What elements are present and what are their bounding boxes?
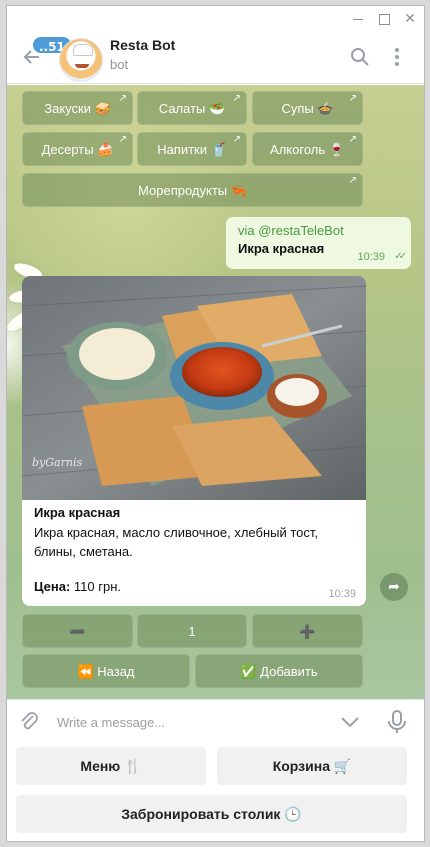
message-time: 10:39 bbox=[357, 251, 385, 263]
photo-signature: byGarnis bbox=[32, 456, 82, 469]
reply-keyboard: Меню 🍴 Корзина 🛒 Забронировать столик 🕒 bbox=[7, 743, 424, 841]
message-time: 10:39 bbox=[328, 588, 356, 600]
message-input-bar bbox=[7, 699, 424, 743]
cart-button[interactable]: Корзина 🛒 bbox=[217, 747, 407, 785]
dish-title: Икра красная bbox=[34, 505, 121, 520]
category-label: Супы 🍲 bbox=[281, 101, 334, 116]
maximize-icon[interactable] bbox=[375, 10, 393, 28]
window-titlebar: ✕ bbox=[7, 6, 424, 32]
via-bot-label[interactable]: via @restaTeleBot bbox=[238, 223, 399, 238]
dish-details: Икра красная Икра красная, масло сливочн… bbox=[34, 505, 356, 594]
category-label: Алкоголь 🍷 bbox=[270, 142, 345, 157]
share-arrow-icon: ↗ bbox=[348, 134, 357, 145]
category-label: Морепродукты 🦐 bbox=[138, 183, 247, 198]
category-button[interactable]: Напитки 🥤 ↗ bbox=[137, 132, 247, 166]
dish-description: Икра красная, масло сливочное, хлебный т… bbox=[34, 525, 319, 559]
dish-card[interactable]: byGarnis Икра красная Икра красная, масл… bbox=[22, 276, 366, 606]
dish-price: Цена: 110 грн. bbox=[34, 579, 356, 594]
close-icon[interactable]: ✕ bbox=[401, 10, 419, 28]
minimize-icon[interactable] bbox=[349, 10, 367, 28]
more-vertical-icon[interactable] bbox=[393, 46, 401, 68]
quantity-value-button[interactable]: 1 bbox=[137, 614, 247, 648]
chat-area[interactable]: Закуски 🥪 ↗ Салаты 🥗 ↗ Супы 🍲 ↗ Десерты … bbox=[7, 85, 424, 699]
avatar[interactable] bbox=[59, 38, 103, 82]
category-label: Закуски 🥪 bbox=[44, 101, 111, 116]
price-label: Цена: bbox=[34, 579, 71, 594]
chat-title[interactable]: Resta Bot bbox=[110, 37, 175, 53]
back-button[interactable]: ⏪ Назад bbox=[22, 654, 190, 688]
category-button[interactable]: Морепродукты 🦐 ↗ bbox=[22, 173, 363, 207]
share-arrow-icon: ↗ bbox=[232, 134, 241, 145]
category-label: Напитки 🥤 bbox=[157, 142, 227, 157]
category-button[interactable]: Салаты 🥗 ↗ bbox=[137, 91, 247, 125]
category-label: Салаты 🥗 bbox=[158, 101, 226, 116]
category-button[interactable]: Супы 🍲 ↗ bbox=[252, 91, 363, 125]
telegram-window: ✕ ..51 Resta Bot bot Закуски 🥪 ↗ Салаты … bbox=[6, 5, 425, 842]
share-arrow-icon: ↗ bbox=[118, 134, 127, 145]
microphone-icon[interactable] bbox=[386, 709, 408, 735]
message-input[interactable] bbox=[57, 710, 327, 734]
chat-subtitle: bot bbox=[110, 57, 129, 72]
chat-header: ..51 Resta Bot bot bbox=[7, 32, 424, 84]
category-label: Десерты 🍰 bbox=[41, 142, 114, 157]
menu-button[interactable]: Меню 🍴 bbox=[16, 747, 206, 785]
chevron-down-icon[interactable] bbox=[339, 712, 361, 732]
category-button[interactable]: Закуски 🥪 ↗ bbox=[22, 91, 133, 125]
share-arrow-icon: ↗ bbox=[348, 175, 357, 186]
price-value: 110 грн. bbox=[73, 579, 122, 594]
share-arrow-icon: ↗ bbox=[118, 93, 127, 104]
search-icon[interactable] bbox=[350, 47, 370, 67]
quantity-plus-button[interactable]: ➕ bbox=[252, 614, 363, 648]
share-icon[interactable]: ➦ bbox=[380, 573, 408, 601]
outgoing-message[interactable]: via @restaTeleBot Икра красная 10:39 ✓✓ bbox=[226, 217, 411, 269]
share-arrow-icon: ↗ bbox=[232, 93, 241, 104]
reserve-table-button[interactable]: Забронировать столик 🕒 bbox=[16, 795, 407, 833]
category-button[interactable]: Десерты 🍰 ↗ bbox=[22, 132, 133, 166]
double-check-icon: ✓✓ bbox=[394, 251, 407, 262]
add-to-cart-button[interactable]: ✅ Добавить bbox=[195, 654, 363, 688]
category-button[interactable]: Алкоголь 🍷 ↗ bbox=[252, 132, 363, 166]
paperclip-icon[interactable] bbox=[17, 710, 41, 734]
quantity-minus-button[interactable]: ➖ bbox=[22, 614, 133, 648]
food-photo[interactable]: byGarnis bbox=[22, 276, 366, 500]
share-arrow-icon: ↗ bbox=[348, 93, 357, 104]
